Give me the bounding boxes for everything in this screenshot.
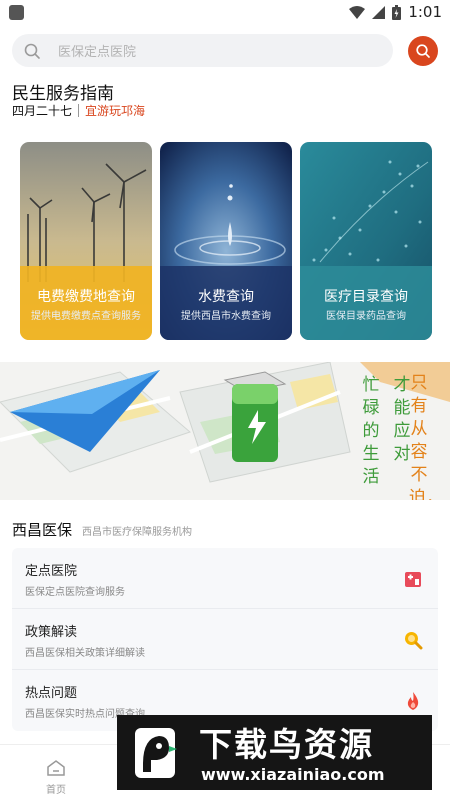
lunar-date: 四月二十七 xyxy=(12,104,73,118)
card-electricity-query[interactable]: 电费缴费地查询 提供电费缴费点查询服务 xyxy=(20,142,152,340)
card-medical-catalog-query[interactable]: 医疗目录查询 医保目录药品查询 xyxy=(300,142,432,340)
list-item-policy[interactable]: 政策解读 西昌医保相关政策详细解读 xyxy=(12,609,438,670)
magnifier-icon xyxy=(405,632,423,650)
battery-illustration xyxy=(223,371,287,462)
map-illustration xyxy=(0,362,450,483)
home-icon xyxy=(47,760,65,776)
banner-slogan-line-1: 忙碌的生活 xyxy=(362,375,380,487)
service-list: 定点医院 医保定点医院查询服务 政策解读 西昌医保相关政策详细解读 热点问题 西… xyxy=(12,548,438,731)
daily-tip: 宜游玩邛海 xyxy=(85,104,146,118)
watermark-title: 下载鸟资源 xyxy=(199,725,374,764)
list-item-desc: 西昌医保相关政策详细解读 xyxy=(25,648,145,659)
watermark-url: www.xiazainiao.com xyxy=(201,765,385,784)
hospital-icon xyxy=(405,572,421,587)
watermark: 下载鸟资源 www.xiazainiao.com xyxy=(117,715,432,790)
search-icon xyxy=(416,44,430,58)
search-button[interactable] xyxy=(408,36,438,66)
list-item-desc: 医保定点医院查询服务 xyxy=(25,587,125,598)
status-time: 1:01 xyxy=(408,3,442,21)
card-title: 电费缴费地查询 xyxy=(37,289,135,305)
search-bar[interactable]: 医保定点医院 xyxy=(12,34,393,67)
promo-banner[interactable]: 忙碌的生活 才能应对 只有从容不迫， xyxy=(0,362,450,500)
date-divider xyxy=(78,104,80,117)
card-subtitle: 提供西昌市水费查询 xyxy=(181,311,271,322)
banner-slogan-line-3: 只有从容不迫， xyxy=(409,373,443,500)
flame-icon xyxy=(407,692,419,710)
search-placeholder: 医保定点医院 xyxy=(58,45,137,60)
status-icons: 1:01 xyxy=(349,3,442,21)
date-line: 四月二十七 宜游玩邛海 xyxy=(12,102,145,119)
nav-home-label: 首页 xyxy=(46,785,66,796)
section-title: 西昌医保 xyxy=(12,521,73,539)
list-item-title: 政策解读 xyxy=(25,625,78,640)
app-notification-icon xyxy=(9,5,24,20)
list-item-title: 定点医院 xyxy=(25,564,78,579)
nav-home[interactable]: 首页 xyxy=(36,759,76,796)
page-title: 民生服务指南 xyxy=(12,84,114,104)
card-subtitle: 提供电费缴费点查询服务 xyxy=(31,311,141,322)
card-water-query[interactable]: 水费查询 提供西昌市水费查询 xyxy=(160,142,292,340)
battery-icon xyxy=(392,4,402,20)
search-icon xyxy=(24,43,40,59)
bird-logo-icon xyxy=(135,728,177,778)
status-bar: 1:01 xyxy=(0,0,450,26)
list-item-title: 热点问题 xyxy=(25,686,78,701)
section-subtitle: 西昌市医疗保障服务机构 xyxy=(82,527,193,538)
card-title: 医疗目录查询 xyxy=(324,289,408,305)
section-header: 西昌医保 西昌市医疗保障服务机构 xyxy=(12,519,192,540)
card-subtitle: 医保目录药品查询 xyxy=(326,311,406,322)
wifi-icon xyxy=(349,5,366,19)
signal-icon xyxy=(372,5,386,19)
card-title: 水费查询 xyxy=(198,289,254,305)
list-item-designated-hospital[interactable]: 定点医院 医保定点医院查询服务 xyxy=(12,548,438,609)
